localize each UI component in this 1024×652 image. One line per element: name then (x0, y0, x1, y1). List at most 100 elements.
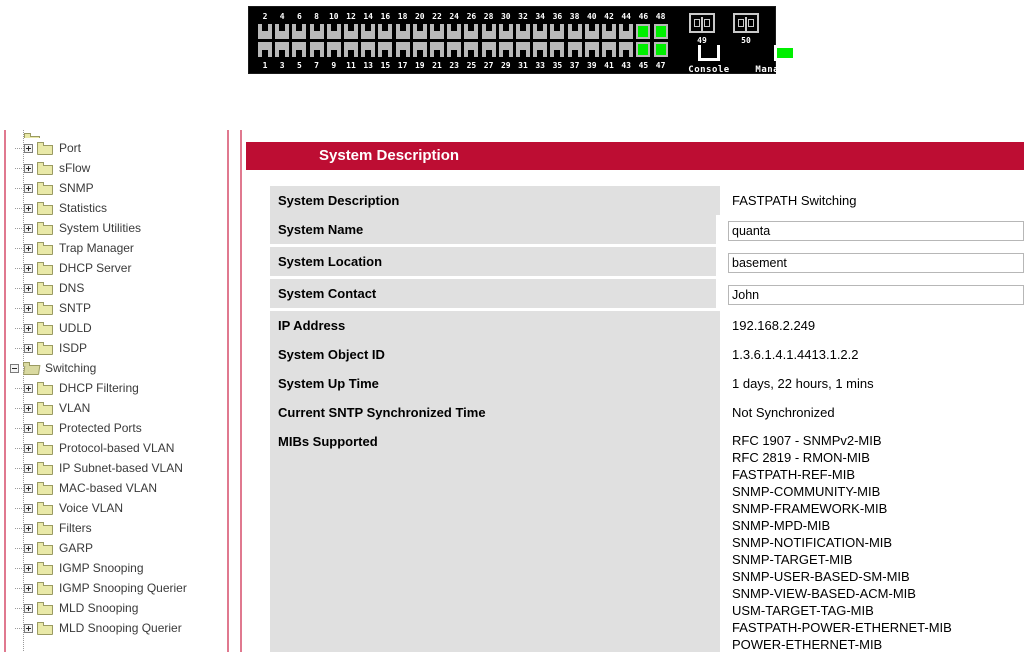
sidebar-item-system-utilities[interactable]: System Utilities (10, 218, 225, 238)
folder-tab (37, 221, 44, 226)
expand-toggle-icon[interactable] (24, 183, 33, 193)
field-value-cell (716, 247, 1024, 279)
port-number-label: 31 (518, 61, 528, 70)
switch-front-panel-image: 2 4 6 8 10 12 14 16 18 20 22 24 26 28 30 32 34 36 38 40 42 44… (248, 6, 814, 75)
sidebar-item-dhcp-server[interactable]: DHCP Server (10, 258, 225, 278)
expand-toggle-icon[interactable] (24, 203, 33, 213)
folder-icon (37, 341, 53, 355)
port-number-label: 12 (346, 12, 356, 21)
rj45-port-active (636, 24, 651, 39)
sfp-divider (745, 17, 747, 31)
sidebar-item-statistics[interactable]: Statistics (10, 198, 225, 218)
folder-tab (37, 401, 44, 406)
folder-icon (37, 401, 53, 415)
folder-body (37, 304, 53, 315)
expand-toggle-icon[interactable] (24, 163, 33, 173)
nav-right-rule (227, 130, 229, 652)
sidebar-item-protocol-based-vlan[interactable]: Protocol-based VLAN (10, 438, 225, 458)
rj45-port (395, 24, 410, 39)
expand-toggle-icon[interactable] (24, 623, 33, 633)
port-number-label: 21 (432, 61, 442, 70)
expand-toggle-icon[interactable] (24, 263, 33, 273)
mib-entry: FASTPATH-POWER-ETHERNET-MIB (732, 620, 952, 635)
expand-toggle-icon[interactable] (24, 463, 33, 473)
expand-toggle-icon[interactable] (24, 303, 33, 313)
collapse-toggle-icon[interactable] (10, 363, 19, 373)
port-number-label: 29 (500, 61, 511, 70)
sidebar-item-isdp[interactable]: ISDP (10, 338, 225, 358)
port-number-label: 17 (397, 61, 408, 70)
folder-body (37, 384, 53, 395)
sidebar-item-vlan[interactable]: VLAN (10, 398, 225, 418)
sidebar-item-trap-manager[interactable]: Trap Manager (10, 238, 225, 258)
tree-connector-line (15, 408, 23, 409)
folder-body (37, 224, 53, 235)
field-label: Current SNTP Synchronized Time (270, 398, 720, 427)
port-number-label: 11 (346, 61, 356, 70)
sidebar-item-filters[interactable]: Filters (10, 518, 225, 538)
navigation-tree[interactable]: Port sFlow SNMP Statistics System Utilities T… (10, 130, 225, 652)
expand-toggle-icon[interactable] (24, 543, 33, 553)
port-notch (348, 50, 354, 57)
sidebar-item-mac-based-vlan[interactable]: MAC-based VLAN (10, 478, 225, 498)
expand-toggle-icon[interactable] (24, 223, 33, 233)
sidebar-item-protected-ports[interactable]: Protected Ports (10, 418, 225, 438)
port-number-label: 37 (569, 61, 580, 70)
expand-toggle-icon[interactable] (24, 583, 33, 593)
expand-toggle-icon[interactable] (24, 323, 33, 333)
port-notch (296, 50, 303, 57)
port-notch (520, 24, 526, 31)
tree-item-clipped[interactable] (10, 130, 225, 138)
sidebar-item-mld-snooping[interactable]: MLD Snooping (10, 598, 225, 618)
sidebar-item-switching[interactable]: Switching (10, 358, 225, 378)
port-number-label: 14 (363, 12, 373, 21)
expand-toggle-icon[interactable] (24, 563, 33, 573)
expand-toggle-icon[interactable] (24, 403, 33, 413)
rj45-port (258, 42, 272, 57)
sidebar-item-ip-subnet-based-vlan[interactable]: IP Subnet-based VLAN (10, 458, 225, 478)
rj45-port-pair (532, 23, 548, 59)
mib-entry: FASTPATH-REF-MIB (732, 467, 856, 482)
rj45-port-active (636, 42, 651, 57)
expand-toggle-icon[interactable] (24, 243, 33, 253)
input-system-name[interactable] (728, 221, 1024, 241)
rj45-port-pair (257, 23, 273, 59)
rj45-port (430, 42, 444, 57)
sidebar-item-igmp-snooping-querier[interactable]: IGMP Snooping Querier (10, 578, 225, 598)
sidebar-item-garp[interactable]: GARP (10, 538, 225, 558)
sidebar-item-igmp-snooping[interactable]: IGMP Snooping (10, 558, 225, 578)
sidebar-item-sntp[interactable]: SNTP (10, 298, 225, 318)
sidebar-item-mld-snooping-querier[interactable]: MLD Snooping Querier (10, 618, 225, 638)
expand-toggle-icon[interactable] (24, 603, 33, 613)
sidebar-item-voice-vlan[interactable]: Voice VLAN (10, 498, 225, 518)
sidebar-item-port[interactable]: Port (10, 138, 225, 158)
expand-toggle-icon[interactable] (24, 423, 33, 433)
expand-toggle-icon[interactable] (24, 483, 33, 493)
expand-toggle-icon[interactable] (24, 143, 33, 153)
sidebar-item-dns[interactable]: DNS (10, 278, 225, 298)
sidebar-item-label: Port (59, 141, 82, 155)
sidebar-item-label: SNTP (59, 301, 92, 315)
port-number-label: 41 (604, 61, 614, 70)
expand-toggle-icon[interactable] (24, 503, 33, 513)
input-system-location[interactable] (728, 253, 1024, 273)
sidebar-item-dhcp-filtering[interactable]: DHCP Filtering (10, 378, 225, 398)
sidebar-item-sflow[interactable]: sFlow (10, 158, 225, 178)
port-notch (554, 50, 561, 57)
folder-body (37, 544, 53, 555)
port-number-label: 30 (500, 12, 511, 21)
folder-icon (37, 381, 53, 395)
sidebar-item-udld[interactable]: UDLD (10, 318, 225, 338)
expand-toggle-icon[interactable] (24, 343, 33, 353)
input-system-contact[interactable] (728, 285, 1024, 305)
sidebar-item-snmp[interactable]: SNMP (10, 178, 225, 198)
mib-entry: SNMP-USER-BASED-SM-MIB (732, 569, 910, 584)
expand-toggle-icon[interactable] (24, 383, 33, 393)
expand-toggle-icon[interactable] (24, 443, 33, 453)
folder-open-icon (23, 361, 41, 375)
rj45-port (344, 42, 358, 57)
expand-toggle-icon[interactable] (24, 523, 33, 533)
expand-toggle-icon[interactable] (24, 283, 33, 293)
rj45-port (602, 42, 616, 57)
rj45-port (275, 24, 290, 39)
